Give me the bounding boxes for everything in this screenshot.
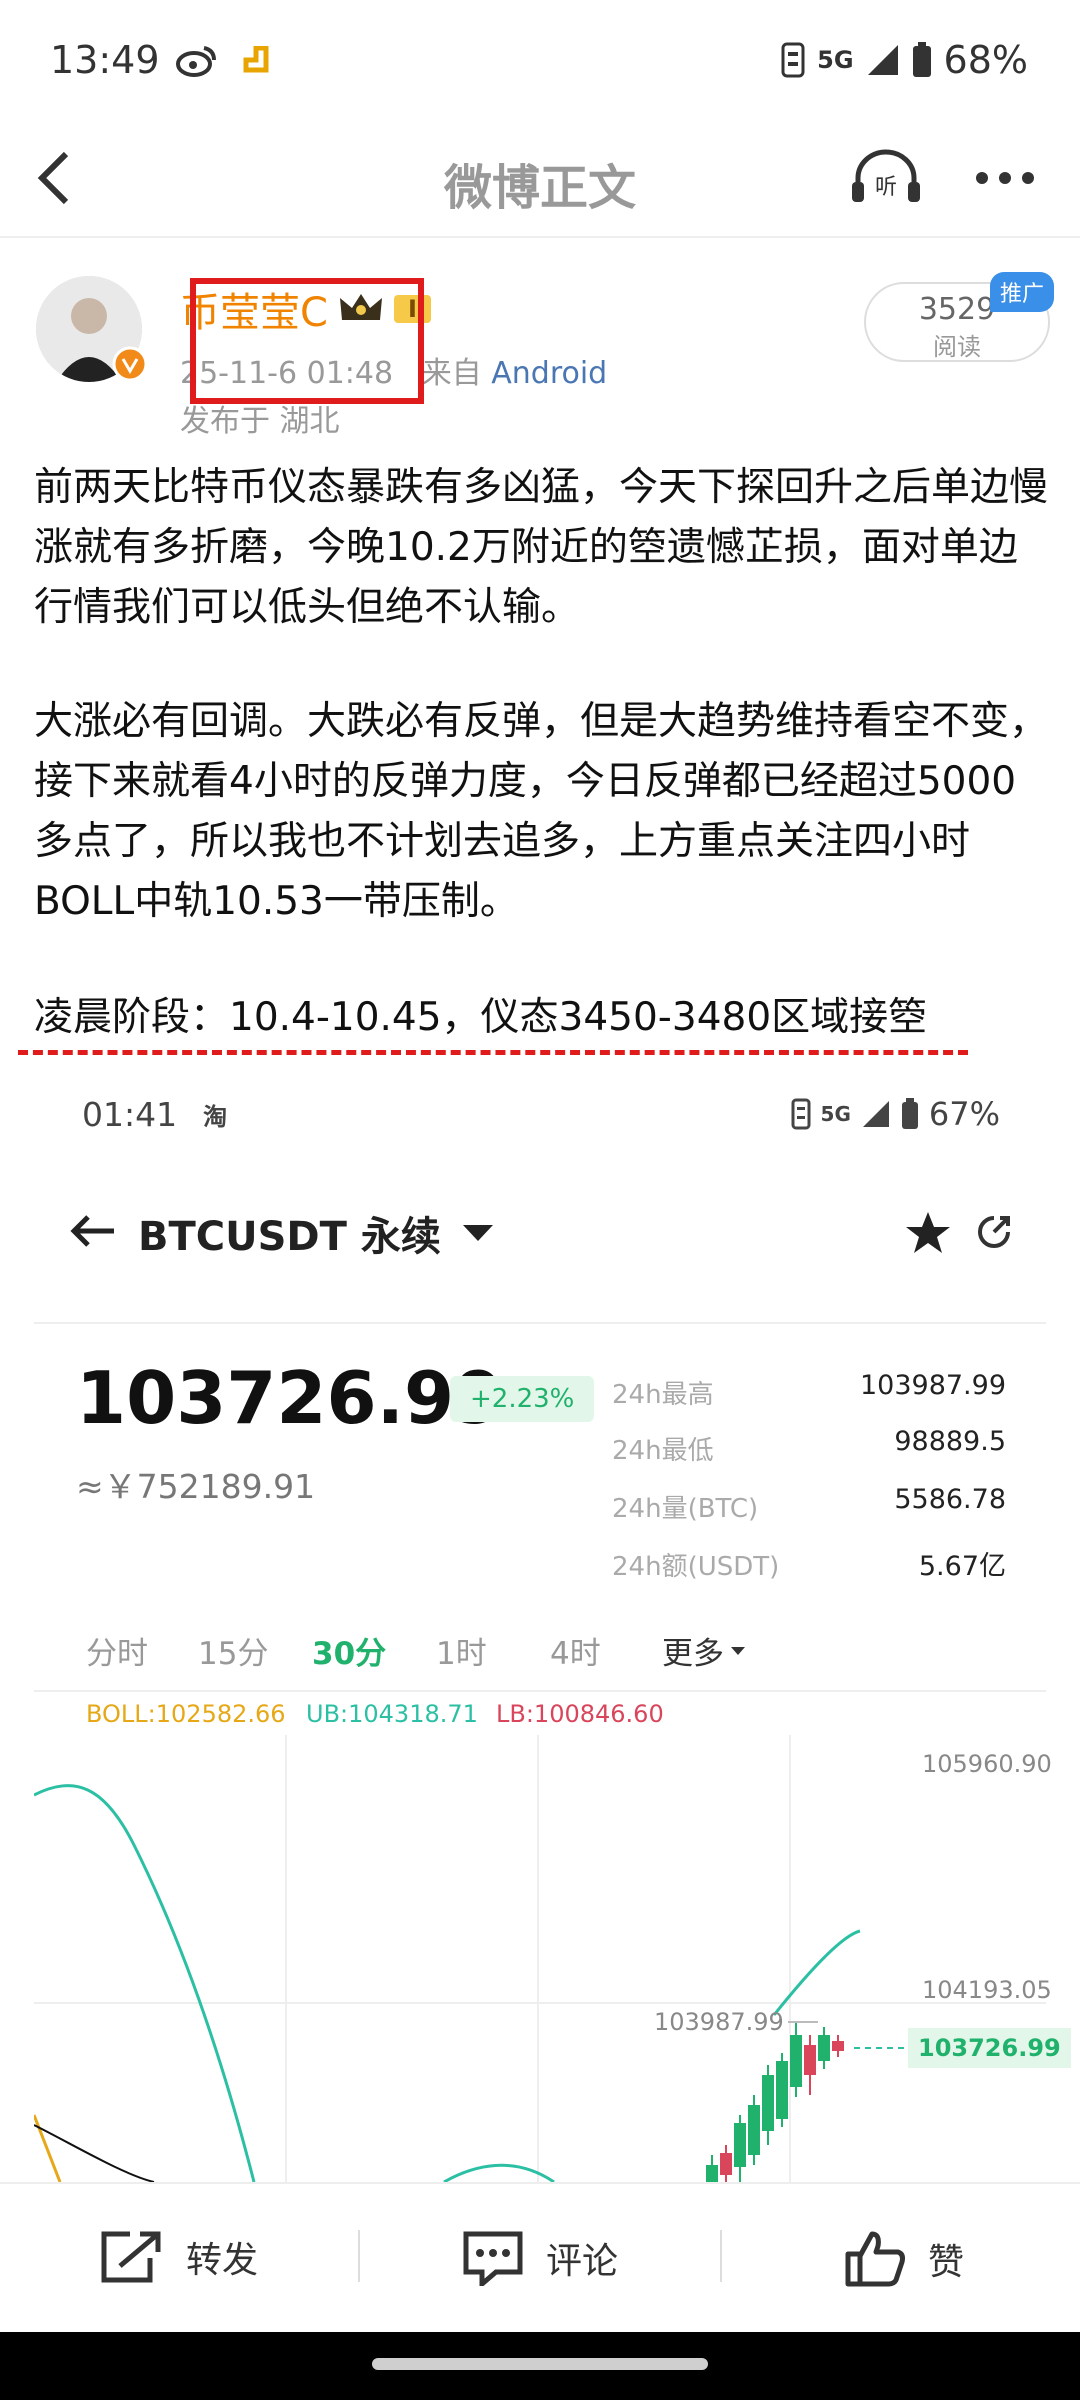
caret-down-icon	[461, 1223, 495, 1243]
network-type: 5G	[817, 46, 854, 74]
status-time: 13:49	[50, 38, 160, 82]
listen-button[interactable]: 听	[850, 148, 922, 206]
embedded-vibrate-icon	[791, 1098, 811, 1130]
action-separator	[720, 2230, 722, 2282]
timeframe-more-label[interactable]: 更多	[662, 1628, 724, 1673]
repost-button[interactable]: 转发	[100, 2230, 258, 2284]
candle-body	[706, 2165, 718, 2182]
stat-label: 24h量(BTC)	[612, 1494, 759, 1524]
status-icons: 5G 68%	[781, 38, 1028, 82]
axis-label-top: 105960.90	[922, 1750, 1052, 1778]
pair-name[interactable]: BTCUSDT 永续	[138, 1204, 441, 1262]
post-paragraph-1: 前两天比特币仪态暴跌有多凶猛，今天下探回升之后单边慢涨就有多折磨，今晚10.2万…	[34, 465, 1049, 630]
axis-label-mid: 104193.05	[922, 1976, 1052, 2004]
chart-grid	[34, 1735, 1046, 2182]
source-link[interactable]: Android	[491, 356, 607, 391]
timeframe-tab[interactable]: 分时	[86, 1628, 148, 1673]
candle-body	[804, 2045, 816, 2075]
timeframe-tab[interactable]: 4时	[550, 1628, 601, 1673]
embedded-signal-icon	[861, 1099, 891, 1129]
svg-text:听: 听	[875, 175, 897, 200]
share-chart-button[interactable]	[974, 1212, 1014, 1252]
stat-value: 103987.99	[859, 1370, 1006, 1401]
star-icon	[906, 1212, 950, 1253]
embedded-battery: 67%	[928, 1095, 1000, 1133]
high-marker-label: 103987.99	[654, 2008, 784, 2036]
comment-label[interactable]: 评论	[546, 2232, 618, 2284]
battery-icon	[912, 42, 932, 78]
refresh-share-icon	[978, 1216, 1010, 1248]
change-badge: +2.23%	[450, 1376, 595, 1422]
home-gesture-bar[interactable]	[372, 2358, 708, 2370]
taobao-icon: 淘	[203, 1103, 228, 1131]
like-label[interactable]: 赞	[928, 2233, 964, 2285]
upper-band-line	[34, 1784, 256, 2182]
last-price: 103726.99	[76, 1356, 505, 1440]
like-button[interactable]: 赞	[844, 2230, 964, 2288]
thumbs-up-icon	[844, 2230, 906, 2288]
headphones-icon: 听	[852, 149, 920, 202]
arrow-left-icon	[70, 1215, 114, 1247]
signal-icon	[866, 43, 900, 77]
embedded-divider	[34, 1322, 1046, 1324]
stat-label: 24h最高	[612, 1380, 714, 1410]
read-label: 阅读	[933, 333, 981, 361]
embedded-back-button[interactable]	[70, 1214, 116, 1248]
candle-body	[776, 2061, 788, 2119]
battery-percent: 68%	[943, 38, 1028, 82]
post-paragraph-3: 凌晨阶段：10.4-10.45，仪态3450-3480区域接箜	[34, 995, 928, 1040]
boll-mid-label: BOLL:102582.66	[86, 1700, 286, 1728]
candle-body	[790, 2035, 802, 2087]
embedded-battery-icon	[901, 1098, 919, 1130]
app-notification-icon	[242, 46, 274, 78]
vibrate-icon	[781, 42, 805, 78]
boll-lb-label: LB:100846.60	[496, 1700, 664, 1728]
candle-body	[734, 2123, 746, 2167]
caret-down-icon	[730, 1646, 746, 1656]
timeframe-tab[interactable]: 15分	[198, 1628, 268, 1673]
embedded-time: 01:41	[82, 1095, 178, 1134]
repost-label[interactable]: 转发	[186, 2231, 258, 2283]
comment-button[interactable]: 评论	[462, 2230, 618, 2286]
promo-badge: 推广	[990, 272, 1055, 312]
verified-badge-icon	[112, 346, 148, 382]
embedded-status-right: 5G 67%	[791, 1095, 1000, 1133]
share-icon	[100, 2230, 164, 2284]
candle-body	[832, 2041, 844, 2051]
stat-value: 5586.78	[894, 1484, 1006, 1515]
action-separator	[358, 2230, 360, 2282]
pair-selector[interactable]: BTCUSDT 永续	[138, 1204, 495, 1262]
chart-divider	[34, 1690, 1046, 1692]
stat-label: 24h额(USDT)	[612, 1552, 780, 1582]
candles	[706, 2023, 844, 2182]
candle-body	[748, 2105, 760, 2155]
more-dots-icon	[976, 172, 1034, 184]
embedded-network: 5G	[820, 1102, 851, 1126]
kline-chart[interactable]	[34, 1735, 1046, 2182]
timeframe-more[interactable]: 更多	[662, 1628, 746, 1673]
stat-value: 98889.5	[894, 1426, 1006, 1457]
comment-icon	[462, 2230, 524, 2286]
lower-band-line	[34, 2114, 62, 2182]
weibo-icon	[176, 44, 218, 78]
boll-mid-line	[34, 2124, 155, 2182]
favorite-button[interactable]	[904, 1210, 952, 1256]
stat-value: 5.67亿	[918, 1551, 1006, 1582]
cny-price: ≈￥752189.91	[76, 1467, 316, 1506]
embedded-status-left: 01:41 淘	[82, 1095, 227, 1134]
timeframe-tab-active[interactable]: 30分	[312, 1628, 386, 1673]
candle-body	[818, 2035, 830, 2061]
post-paragraph-2: 大涨必有回调。大跌必有反弹，但是大趋势维持看空不变，接下来就看4小时的反弹力度，…	[34, 699, 1049, 924]
candle-body	[762, 2075, 774, 2131]
header-divider	[0, 236, 1080, 238]
source-prefix: 来自	[421, 356, 482, 391]
last-price-tag: 103726.99	[908, 2028, 1071, 2068]
candle-body	[720, 2153, 732, 2175]
more-options-button[interactable]	[974, 168, 1036, 188]
timeframe-tab[interactable]: 1时	[436, 1628, 487, 1673]
boll-ub-label: UB:104318.71	[306, 1700, 478, 1728]
highlight-box	[190, 278, 424, 404]
red-dashed-underline	[18, 1050, 968, 1055]
stat-label: 24h最低	[612, 1436, 714, 1466]
